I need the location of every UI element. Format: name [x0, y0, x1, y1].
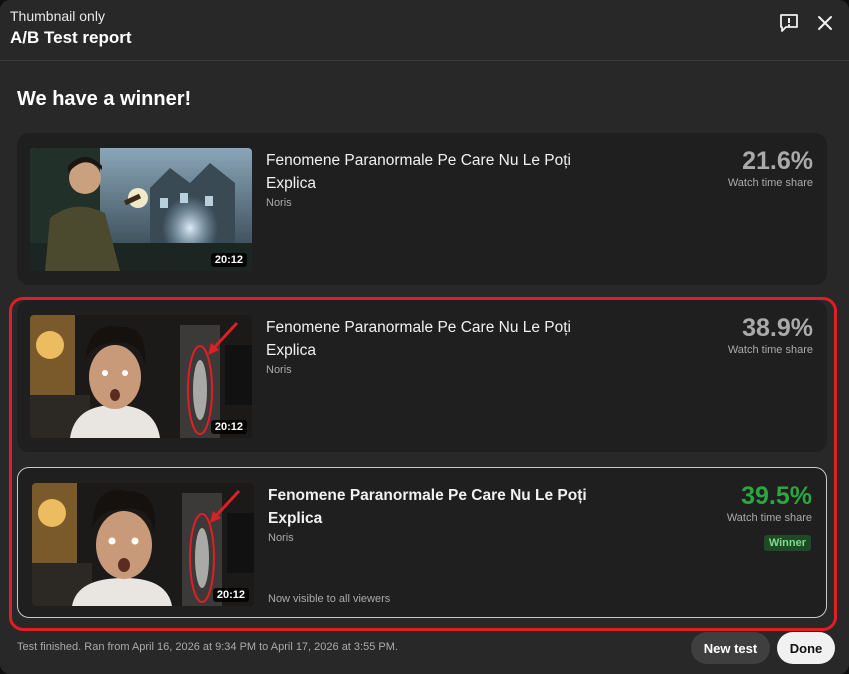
video-title: Fenomene Paranormale Pe Care Nu Le Poți … — [266, 319, 571, 359]
ab-test-report-dialog: Thumbnail only A/B Test report We have a… — [0, 0, 849, 674]
test-status-text: Test finished. Ran from April 16, 2026 a… — [17, 641, 398, 653]
dialog-subtitle: Thumbnail only — [10, 8, 105, 24]
variant-card-a: 20:12 Fenomene Paranormale Pe Care Nu Le… — [17, 133, 827, 285]
new-test-button[interactable]: New test — [691, 632, 770, 664]
channel-name: Noris — [266, 364, 292, 376]
result-headline: We have a winner! — [17, 88, 192, 110]
video-duration: 20:12 — [212, 588, 249, 602]
variant-thumbnail: 20:12 — [30, 148, 252, 271]
variant-thumbnail: 20:12 — [32, 483, 254, 606]
watch-time-share-label: Watch time share — [727, 344, 813, 356]
winner-badge: Winner — [763, 535, 811, 551]
done-button[interactable]: Done — [777, 632, 835, 664]
close-button[interactable] — [813, 11, 837, 35]
watch-time-share-label: Watch time share — [727, 177, 813, 189]
channel-name: Noris — [266, 197, 292, 209]
video-duration: 20:12 — [210, 420, 247, 434]
variant-card-c-winner: 20:12 Fenomene Paranormale Pe Care Nu Le… — [17, 467, 827, 618]
dialog-header: Thumbnail only A/B Test report — [0, 0, 849, 61]
feedback-button[interactable] — [777, 11, 801, 35]
watch-time-share-value: 39.5% — [741, 482, 812, 510]
watch-time-share-value: 21.6% — [742, 147, 813, 175]
variant-card-b: 20:12 Fenomene Paranormale Pe Care Nu Le… — [17, 300, 827, 452]
close-icon — [818, 16, 832, 30]
variant-thumbnail: 20:12 — [30, 315, 252, 438]
watch-time-share-value: 38.9% — [742, 314, 813, 342]
watch-time-share-label: Watch time share — [726, 512, 812, 524]
feedback-icon — [780, 14, 798, 32]
channel-name: Noris — [268, 532, 294, 544]
video-title: Fenomene Paranormale Pe Care Nu Le Poți … — [268, 487, 587, 527]
video-duration: 20:12 — [210, 253, 247, 267]
visibility-note: Now visible to all viewers — [268, 593, 391, 605]
dialog-title: A/B Test report — [10, 28, 132, 47]
video-title: Fenomene Paranormale Pe Care Nu Le Poți … — [266, 152, 571, 192]
